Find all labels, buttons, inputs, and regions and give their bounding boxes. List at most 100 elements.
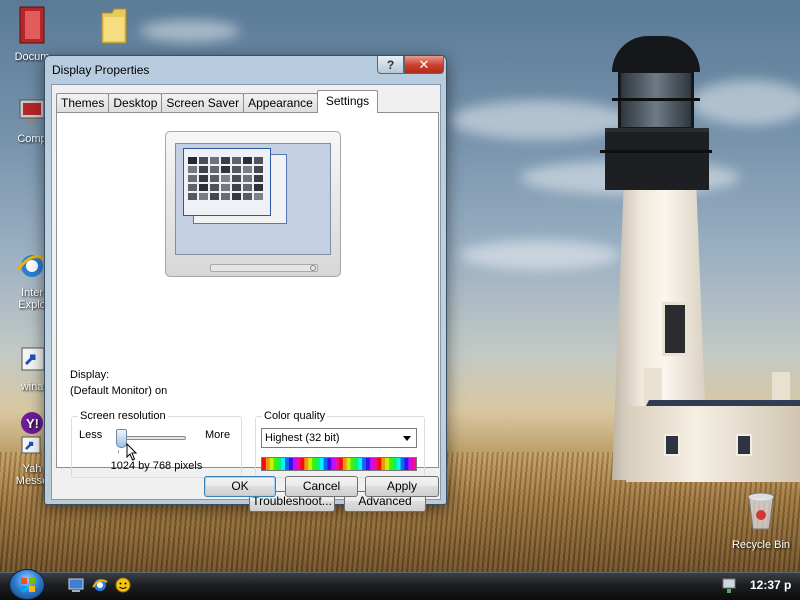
- spectrum-segment: [381, 458, 386, 470]
- preview-thumbnail: [254, 166, 263, 173]
- preview-thumbnail: [210, 175, 219, 182]
- spectrum-segment: [335, 458, 340, 470]
- house-window: [664, 434, 680, 456]
- dialog-title: Display Properties: [52, 63, 150, 77]
- spectrum-segment: [315, 458, 321, 470]
- lighthouse-gallery: [605, 128, 709, 190]
- resolution-value: 1024 by 768 pixels: [110, 460, 203, 472]
- spectrum-segment: [408, 458, 413, 470]
- tab-themes[interactable]: Themes: [56, 93, 110, 113]
- network-icon[interactable]: [722, 578, 736, 594]
- display-label: Display:: [70, 369, 110, 381]
- slider-more-label: More: [205, 429, 231, 441]
- spectrum-segment: [365, 458, 371, 470]
- show-desktop-icon[interactable]: [68, 577, 84, 593]
- lighthouse-rail: [612, 98, 700, 101]
- cloud: [460, 240, 620, 270]
- tab-desktop[interactable]: Desktop: [108, 93, 163, 113]
- screen-resolution-title: Screen resolution: [78, 410, 168, 422]
- display-properties-dialog: Display Properties ? ✕ Themes Desktop Sc…: [44, 55, 447, 512]
- preview-thumbnail: [210, 166, 219, 173]
- color-spectrum-bar: [261, 457, 417, 471]
- spectrum-segment: [350, 458, 355, 470]
- spectrum-segment: [296, 458, 301, 470]
- tab-screen-saver[interactable]: Screen Saver: [161, 93, 245, 113]
- spectrum-segment: [265, 458, 271, 470]
- ok-button[interactable]: OK: [204, 476, 276, 497]
- preview-thumbnail: [221, 166, 230, 173]
- svg-text:Y!: Y!: [26, 416, 39, 431]
- start-button[interactable]: [9, 569, 45, 600]
- messenger-smiley-icon[interactable]: [115, 577, 131, 593]
- spectrum-segment: [269, 458, 275, 470]
- preview-thumbnail: [188, 193, 197, 200]
- color-quality-selected: Highest (32 bit): [265, 432, 340, 444]
- spectrum-segment: [369, 458, 375, 470]
- spectrum-segment: [292, 458, 298, 470]
- desktop-icon-folder[interactable]: [84, 2, 144, 53]
- preview-thumbnail: [188, 166, 197, 173]
- cloud: [140, 20, 240, 42]
- preview-thumbnail: [254, 157, 263, 164]
- chimney: [644, 368, 662, 404]
- internet-explorer-icon[interactable]: [92, 577, 108, 593]
- spectrum-segment: [304, 458, 309, 470]
- preview-thumbnail: [188, 175, 197, 182]
- preview-thumbnail: [221, 157, 230, 164]
- preview-thumbnail: [199, 184, 208, 191]
- monitor-power-led: [310, 265, 316, 271]
- preview-thumbnail: [221, 193, 230, 200]
- spectrum-segment: [319, 458, 325, 470]
- spectrum-segment: [331, 458, 336, 470]
- folder-icon: [101, 8, 127, 44]
- cancel-button[interactable]: Cancel: [285, 476, 358, 497]
- preview-thumbnail: [188, 157, 197, 164]
- preview-thumbnail: [243, 175, 252, 182]
- cloud: [450, 100, 630, 140]
- spectrum-segment: [312, 458, 317, 470]
- preview-thumbnail: [188, 184, 197, 191]
- spectrum-segment: [392, 458, 398, 470]
- spectrum-segment: [327, 458, 332, 470]
- preview-thumbnail: [254, 193, 263, 200]
- monitor-preview: [165, 131, 341, 277]
- spectrum-segment: [346, 458, 352, 470]
- desktop-icon-label: Recycle Bin: [731, 539, 791, 551]
- spectrum-segment: [358, 458, 363, 470]
- screen-resolution-group: Screen resolution Less More 1024 by 768 …: [71, 410, 242, 478]
- chevron-down-icon: [403, 436, 411, 441]
- preview-thumbnail: [221, 184, 230, 191]
- lighthouse-window: [662, 302, 688, 356]
- apply-button[interactable]: Apply: [365, 476, 439, 497]
- spectrum-segment: [362, 458, 367, 470]
- tab-settings[interactable]: Settings: [316, 90, 379, 113]
- spectrum-segment: [288, 458, 294, 470]
- preview-thumbnail: [232, 184, 241, 191]
- preview-thumbnail: [232, 193, 241, 200]
- spectrum-segment: [354, 458, 359, 470]
- display-monitor-name: (Default Monitor) on: [70, 385, 168, 397]
- preview-thumbnail: [199, 193, 208, 200]
- tab-strip: Themes Desktop Screen Saver Appearance S…: [56, 90, 379, 113]
- spectrum-segment: [412, 458, 416, 470]
- desktop-icon-recycle-bin[interactable]: Recycle Bin: [726, 488, 796, 551]
- spectrum-segment: [323, 458, 328, 470]
- keeper-house: [626, 406, 800, 482]
- color-quality-title: Color quality: [262, 410, 328, 422]
- preview-thumbnail: [199, 175, 208, 182]
- preview-thumbnail: [199, 157, 208, 164]
- close-button[interactable]: ✕: [404, 56, 444, 74]
- spectrum-segment: [404, 458, 409, 470]
- color-quality-dropdown[interactable]: Highest (32 bit): [261, 428, 417, 448]
- color-quality-group: Color quality Highest (32 bit): [255, 410, 425, 478]
- dialog-titlebar[interactable]: Display Properties ? ✕: [45, 56, 446, 84]
- preview-window-front: [183, 148, 271, 216]
- preview-thumbnail: [243, 166, 252, 173]
- help-button[interactable]: ?: [377, 56, 404, 74]
- recycle-bin-icon: [747, 492, 775, 530]
- house-window: [736, 434, 752, 456]
- tab-appearance[interactable]: Appearance: [243, 93, 318, 113]
- spectrum-segment: [342, 458, 348, 470]
- preview-thumbnail: [232, 157, 241, 164]
- taskbar-clock[interactable]: 12:37 p: [750, 578, 791, 592]
